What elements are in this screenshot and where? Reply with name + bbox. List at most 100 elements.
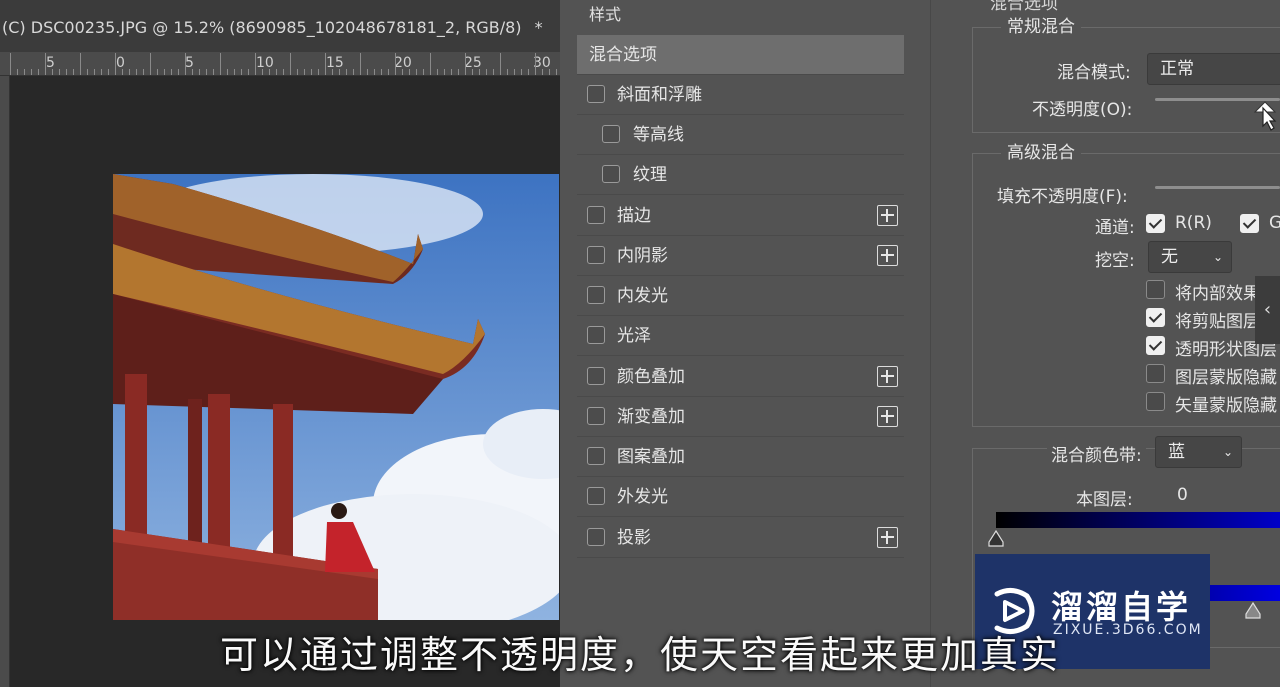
ruler-tick [10,53,11,75]
ruler-tick [206,69,207,75]
style-checkbox[interactable] [587,407,605,425]
ruler-tick [38,69,39,75]
white-point-slider-icon[interactable] [1244,602,1262,620]
styles-header[interactable]: 样式 [589,0,621,32]
option-checkbox[interactable] [1146,364,1165,383]
ruler-tick [318,69,319,75]
style-checkbox[interactable] [587,528,605,546]
ruler-label: 0 [116,55,125,71]
channel-r-checkbox[interactable] [1146,214,1165,233]
ruler-tick [500,53,501,75]
style-item-inner-glow[interactable]: 内发光 [577,276,904,316]
style-item-pattern-overlay[interactable]: 图案叠加 [577,437,904,477]
fill-opacity-slider[interactable] [1155,186,1280,189]
style-checkbox[interactable] [587,286,605,304]
option-checkbox[interactable] [1146,308,1165,327]
style-item-drop-shadow[interactable]: 投影 [577,518,904,558]
underlying-layer-gradient[interactable] [1210,585,1280,601]
ruler-tick [514,69,515,75]
ruler-tick [353,69,354,75]
style-checkbox[interactable] [602,165,620,183]
ruler-tick [227,69,228,75]
opacity-label: 不透明度(O): [1032,100,1133,120]
blend-mode-select[interactable]: 正常 [1147,53,1280,85]
style-item-gradient-overlay[interactable]: 渐变叠加 [577,397,904,437]
ruler-tick [437,69,438,75]
ruler-tick [143,69,144,75]
ruler-tick [367,69,368,75]
style-item-texture[interactable]: 纹理 [577,155,904,195]
ruler-tick [542,69,543,75]
add-icon[interactable] [877,406,898,427]
style-checkbox[interactable] [602,125,620,143]
blend-if-value: 蓝 [1168,442,1185,462]
ruler-tick [248,69,249,75]
document-tab[interactable]: (C) DSC00235.JPG @ 15.2% (8690985_102048… [0,0,560,52]
option-checkbox[interactable] [1146,392,1165,411]
collapse-panel-button[interactable]: ‹ [1255,276,1280,344]
ruler-tick [59,69,60,75]
channel-g-checkbox[interactable] [1240,214,1259,233]
style-checkbox[interactable] [587,246,605,264]
ruler-tick [465,53,466,75]
style-item-inner-shadow[interactable]: 内阴影 [577,236,904,276]
style-item-stroke[interactable]: 描边 [577,196,904,236]
chevron-left-icon: ‹ [1263,299,1272,320]
style-item-label: 渐变叠加 [617,407,685,427]
ruler-tick [528,69,529,75]
vertical-ruler [0,76,10,687]
ruler-tick [325,53,326,75]
style-item-label: 图案叠加 [617,447,685,467]
knockout-select[interactable]: 无 ⌄ [1148,241,1232,273]
style-checkbox[interactable] [587,367,605,385]
add-icon[interactable] [877,527,898,548]
style-checkbox[interactable] [587,85,605,103]
black-point-slider-icon[interactable] [987,530,1005,548]
ruler-tick [423,69,424,75]
canvas-image[interactable] [113,174,559,620]
ruler-tick [241,69,242,75]
ruler-tick [458,69,459,75]
ruler-tick [430,53,431,75]
ruler-tick [87,69,88,75]
document-tab-close[interactable]: * [535,18,543,37]
style-checkbox[interactable] [587,206,605,224]
ruler-tick [129,69,130,75]
ruler-tick [73,69,74,75]
style-item-label: 投影 [617,528,651,548]
style-item-blending-options[interactable]: 混合选项 [577,35,904,75]
ruler-tick [94,69,95,75]
ruler-tick [409,69,410,75]
style-checkbox[interactable] [587,487,605,505]
style-item-label: 等高线 [633,125,684,145]
add-icon[interactable] [877,205,898,226]
ruler-tick [199,69,200,75]
style-item-contour[interactable]: 等高线 [577,115,904,155]
style-item-outer-glow[interactable]: 外发光 [577,477,904,517]
mouse-cursor-icon [1253,101,1277,131]
blend-mode-label: 混合模式: [1057,63,1131,83]
ruler-tick [213,69,214,75]
add-icon[interactable] [877,366,898,387]
style-item-satin[interactable]: 光泽 [577,316,904,356]
add-icon[interactable] [877,245,898,266]
style-item-label: 内阴影 [617,246,668,266]
style-checkbox[interactable] [587,326,605,344]
style-item-bevel-emboss[interactable]: 斜面和浮雕 [577,75,904,115]
option-checkbox[interactable] [1146,280,1165,299]
fill-opacity-label: 填充不透明度(F): [997,187,1128,207]
this-layer-gradient[interactable] [996,512,1280,528]
style-item-color-overlay[interactable]: 颜色叠加 [577,357,904,397]
ruler-tick [402,69,403,75]
ruler-tick [479,69,480,75]
ruler-tick [486,69,487,75]
ruler-tick [297,69,298,75]
blend-if-select[interactable]: 蓝 ⌄ [1155,436,1242,468]
chevron-down-icon: ⌄ [1222,445,1233,459]
video-subtitle: 可以通过调整不透明度，使天空看起来更加真实 [219,633,1060,677]
style-checkbox[interactable] [587,447,605,465]
ruler-tick [360,53,361,75]
ruler-tick [24,69,25,75]
option-checkbox[interactable] [1146,336,1165,355]
ruler-tick [262,69,263,75]
